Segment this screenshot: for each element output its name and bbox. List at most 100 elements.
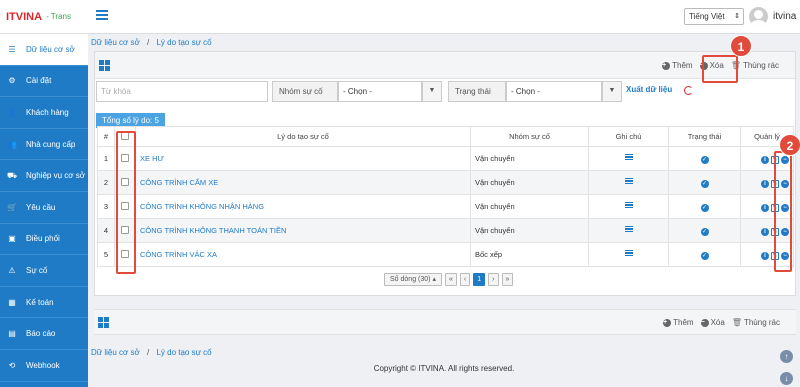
table-row[interactable]: 2 CÔNG TRÌNH CẤM XE Vận chuyển ✓ i ✎ − <box>97 170 794 195</box>
export-button[interactable]: Xuất dữ liệu <box>626 85 672 94</box>
note-list-icon[interactable] <box>624 154 633 161</box>
reason-link[interactable]: CÔNG TRÌNH KHÔNG THANH TOÁN TIỀN <box>140 226 286 235</box>
status-cell: ✓ <box>668 170 741 195</box>
prev-page-button[interactable]: ‹ <box>459 273 471 286</box>
sidebar-item-8[interactable]: ▦ Kế toán <box>0 287 88 319</box>
table-row[interactable]: 5 CÔNG TRÌNH VÁC XA Bốc xếp ✓ i ✎ − <box>97 242 794 267</box>
last-page-button[interactable]: » <box>501 273 514 286</box>
sidebar-item-label: Kế toán <box>26 297 54 307</box>
note-list-icon[interactable] <box>624 250 633 257</box>
header-reason: Lý do tạo sự cố <box>135 126 471 147</box>
sidebar-item-label: Khách hàng <box>26 107 69 117</box>
logo[interactable]: ITVINA - Trans <box>0 0 88 34</box>
info-icon[interactable]: i <box>761 155 769 164</box>
note-list-icon[interactable] <box>624 226 633 233</box>
group-filter-select[interactable]: - Chọn - <box>338 81 422 102</box>
note-list-icon[interactable] <box>624 202 633 209</box>
info-icon[interactable]: i <box>761 203 769 212</box>
sidebar-item-0[interactable]: ☰ Dữ liệu cơ sở <box>0 34 88 66</box>
data-table: # Lý do tạo sự cố Nhóm sự cố Ghi chú Trạ… <box>97 126 794 267</box>
scroll-down-icon[interactable]: ↓ <box>780 372 793 385</box>
grid-icon <box>98 317 109 328</box>
highlight-delete <box>702 55 738 83</box>
reason-link[interactable]: XE HƯ <box>140 154 164 163</box>
status-cell: ✓ <box>668 194 741 219</box>
trash-button[interactable]: 🗑 Thùng rác <box>731 61 779 70</box>
check-circle-icon[interactable]: ✓ <box>700 251 709 260</box>
table-row[interactable]: 1 XE HƯ Vận chuyển ✓ i ✎ − <box>97 146 794 171</box>
chevron-updown-icon: ⇕ <box>734 13 740 20</box>
status-filter-select[interactable]: - Chọn - <box>506 81 602 102</box>
sidebar-item-label: Sự cố <box>26 265 48 275</box>
sidebar-item-7[interactable]: ⚠ Sự cố <box>0 255 88 287</box>
logo-text: ITVINA <box>6 10 43 23</box>
sidebar-item-label: Dữ liệu cơ sở <box>26 44 75 54</box>
sidebar-item-1[interactable]: ⚙ Cài đặt <box>0 66 88 98</box>
note-list-icon[interactable] <box>624 178 633 185</box>
breadcrumb-bottom: Dữ liệu cơ sở / Lý do tạo sự cố <box>91 348 212 357</box>
sidebar-item-label: Cài đặt <box>26 76 52 86</box>
check-circle-icon[interactable]: ✓ <box>700 203 709 212</box>
info-icon[interactable]: i <box>761 179 769 188</box>
row-num: 4 <box>97 218 115 243</box>
sidebar-item-9[interactable]: ▤ Báo cáo <box>0 318 88 350</box>
user-icon: 👤 <box>7 107 17 117</box>
status-cell: ✓ <box>668 218 741 243</box>
add-button[interactable]: + Thêm <box>662 61 693 70</box>
rows-per-page-select[interactable]: Số dòng (30) ▴ <box>384 273 442 286</box>
scroll-up-icon[interactable]: ↑ <box>780 350 793 363</box>
avatar[interactable] <box>749 7 768 26</box>
sidebar-item-2[interactable]: 👤 Khách hàng <box>0 97 88 129</box>
check-circle-icon[interactable]: ✓ <box>700 227 709 236</box>
next-page-button[interactable]: › <box>488 273 499 286</box>
plus-icon: + <box>662 61 671 70</box>
current-page-button[interactable]: 1 <box>473 273 486 286</box>
info-icon[interactable]: i <box>761 227 769 236</box>
username[interactable]: itvina <box>773 11 796 22</box>
header-status: Trạng thái <box>668 126 741 147</box>
table-row[interactable]: 3 CÔNG TRÌNH KHÔNG NHẬN HÀNG Vận chuyển ✓ i ✎… <box>97 194 794 219</box>
reason-cell: CÔNG TRÌNH CẤM XE <box>135 170 471 195</box>
row-num: 2 <box>97 170 115 195</box>
first-page-button[interactable]: « <box>445 273 457 286</box>
breadcrumb-separator: / <box>146 348 150 357</box>
language-value: Tiếng Việt <box>689 12 725 21</box>
topbar: Tiếng Việt ⇕ itvina <box>88 0 800 34</box>
group-cell: Bốc xếp <box>470 242 589 267</box>
sidebar-item-4[interactable]: ⛟ Nghiệp vụ cơ sở <box>0 160 88 192</box>
check-circle-icon[interactable]: ✓ <box>700 155 709 164</box>
sidebar-item-3[interactable]: 👥 Nhà cung cấp <box>0 129 88 161</box>
reason-link[interactable]: CÔNG TRÌNH KHÔNG NHẬN HÀNG <box>140 202 264 211</box>
sidebar-item-5[interactable]: 🛒 Yêu cầu <box>0 192 88 224</box>
check-circle-icon[interactable]: ✓ <box>700 179 709 188</box>
caret-down-icon[interactable]: ▼ <box>602 81 622 102</box>
note-cell <box>588 146 669 171</box>
breadcrumb-current[interactable]: Lý do tạo sự cố <box>156 38 211 47</box>
box-icon: ▣ <box>8 234 16 244</box>
table-icon: ▤ <box>8 329 16 339</box>
bottom-panel-header: + Thêm − Xóa 🗑 Thùng rác <box>94 309 796 335</box>
annotation-badge-2: 2 <box>779 134 800 156</box>
menu-toggle-icon[interactable] <box>96 10 108 22</box>
calculator-icon: ▦ <box>8 297 16 307</box>
alert-icon: ⚠ <box>8 265 16 275</box>
reason-link[interactable]: CÔNG TRÌNH VÁC XA <box>140 250 217 259</box>
trash-label: Thùng rác <box>743 318 780 327</box>
header-note: Ghi chú <box>588 126 669 147</box>
breadcrumb-root[interactable]: Dữ liệu cơ sở <box>91 348 140 357</box>
sidebar-item-6[interactable]: ▣ Điều phối <box>0 224 88 256</box>
breadcrumb-current[interactable]: Lý do tạo sự cố <box>156 348 211 357</box>
trash-button[interactable]: 🗑 Thùng rác <box>732 318 780 327</box>
copyright: Copyright © ITVINA. All rights reserved. <box>373 364 515 373</box>
reason-link[interactable]: CÔNG TRÌNH CẤM XE <box>140 178 218 187</box>
keyword-input[interactable]: Từ khóa <box>96 81 268 102</box>
caret-down-icon[interactable]: ▼ <box>422 81 442 102</box>
status-cell: ✓ <box>668 146 741 171</box>
info-icon[interactable]: i <box>761 251 769 260</box>
add-button[interactable]: + Thêm <box>663 318 694 327</box>
delete-button[interactable]: − Xóa <box>700 318 725 327</box>
refresh-icon[interactable] <box>684 86 693 95</box>
table-row[interactable]: 4 CÔNG TRÌNH KHÔNG THANH TOÁN TIỀN Vận chu… <box>97 218 794 243</box>
breadcrumb-root[interactable]: Dữ liệu cơ sở <box>91 38 140 47</box>
language-select[interactable]: Tiếng Việt ⇕ <box>684 8 744 25</box>
